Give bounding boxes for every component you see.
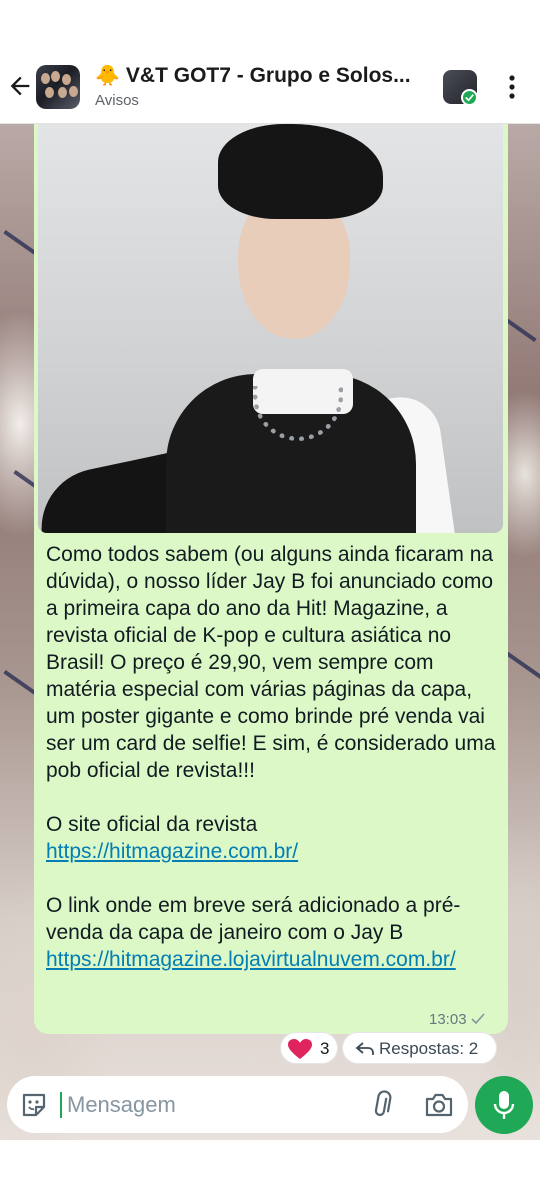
reaction-count: 3 [320, 1039, 330, 1058]
text-cursor [60, 1092, 62, 1118]
heart-icon [288, 1039, 312, 1059]
message-text: Como todos sabem (ou alguns ainda ficara… [46, 541, 498, 973]
site-line: O site oficial da revista https://hitmag… [46, 811, 498, 865]
reply-icon [355, 1042, 374, 1055]
message-composer [7, 1076, 468, 1133]
chat-title-text: V&T GOT7 - Grupo e Solos... [125, 64, 411, 87]
replies-pill[interactable]: Respostas: 2 [342, 1032, 497, 1064]
group-avatar[interactable] [36, 65, 80, 109]
paperclip-icon[interactable] [368, 1090, 394, 1120]
chat-title: 🐥 V&T GOT7 - Grupo e Solos... [95, 63, 435, 88]
chat-subtitle: Avisos [95, 92, 139, 109]
chat-header: 🐥 V&T GOT7 - Grupo e Solos... Avisos [0, 50, 540, 124]
presale-prefix: O link onde em breve será adicionado a p… [46, 894, 461, 944]
presale-link[interactable]: https://hitmagazine.lojavirtualnuvem.com… [46, 948, 456, 971]
microphone-icon [493, 1091, 515, 1119]
message-meta: 13:03 [429, 1011, 485, 1028]
message-time: 13:03 [429, 1011, 467, 1028]
sticker-icon[interactable] [20, 1091, 48, 1119]
chat-title-area[interactable]: 🐥 V&T GOT7 - Grupo e Solos... Avisos [95, 63, 435, 109]
single-check-icon [470, 1013, 485, 1024]
kebab-menu-icon[interactable] [503, 74, 521, 100]
message-photo[interactable] [38, 124, 503, 533]
voice-message-button[interactable] [475, 1076, 533, 1134]
site-link[interactable]: https://hitmagazine.com.br/ [46, 840, 298, 863]
presale-line: O link onde em breve será adicionado a p… [46, 892, 498, 973]
message-paragraph: Como todos sabem (ou alguns ainda ficara… [46, 543, 496, 782]
system-navigation-area [0, 1140, 540, 1200]
arrow-left-icon[interactable] [6, 72, 34, 100]
check-badge-icon [461, 89, 478, 106]
chick-emoji: 🐥 [95, 65, 120, 87]
replies-label: Respostas: 2 [379, 1039, 479, 1058]
message-input[interactable] [67, 1090, 357, 1120]
site-prefix: O site oficial da revista [46, 813, 258, 836]
reaction-pill[interactable]: 3 [280, 1032, 338, 1064]
status-bar-area [0, 0, 540, 50]
camera-icon[interactable] [424, 1091, 454, 1119]
